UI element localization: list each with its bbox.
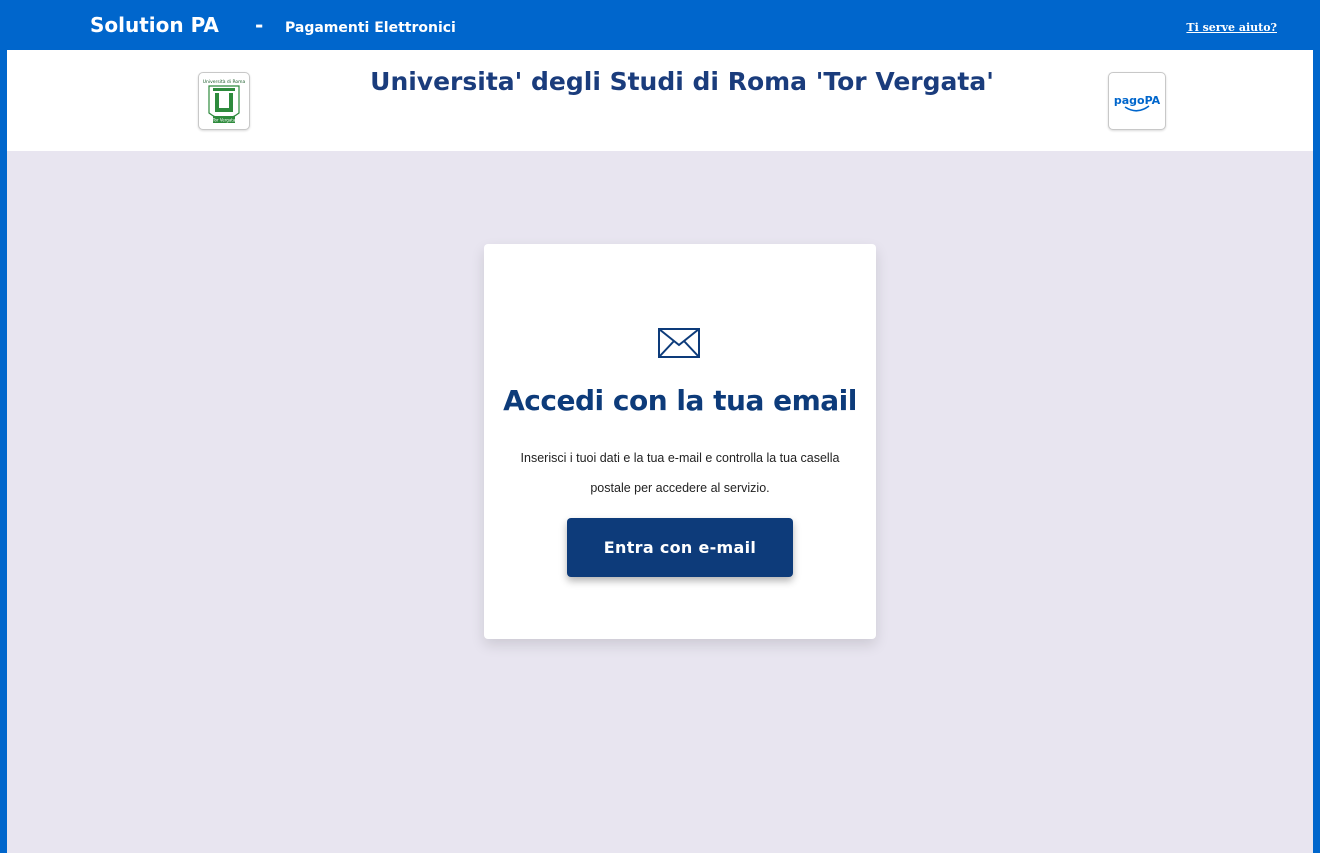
email-login-button[interactable]: Entra con e-mail (567, 518, 793, 577)
university-shield-icon: Università di Roma Tor Vergata (203, 78, 246, 123)
pagopa-icon: pagoPA (1114, 94, 1161, 112)
login-description: Inserisci i tuoi dati e la tua e-mail e … (520, 451, 840, 495)
svg-text:pagoPA: pagoPA (1114, 94, 1161, 107)
university-logo: Università di Roma Tor Vergata (198, 72, 250, 130)
help-link[interactable]: Ti serve aiuto? (1186, 21, 1277, 34)
institution-title: Universita' degli Studi di Roma 'Tor Ver… (370, 67, 994, 96)
svg-text:Tor Vergata: Tor Vergata (212, 118, 236, 123)
svg-text:Università di Roma: Università di Roma (203, 78, 246, 85)
login-title: Accedi con la tua email (503, 384, 857, 417)
top-bar: Solution PA - Pagamenti Elettronici Ti s… (7, 0, 1313, 50)
page-frame: Solution PA - Pagamenti Elettronici Ti s… (0, 0, 1320, 853)
pagopa-logo: pagoPA (1108, 72, 1166, 130)
brand-subtitle: Pagamenti Elettronici (285, 20, 456, 36)
envelope-icon (658, 328, 700, 358)
brand-name: Solution PA (90, 13, 219, 37)
email-login-card: Accedi con la tua email Inserisci i tuoi… (484, 244, 876, 639)
brand-separator: - (255, 13, 264, 37)
institution-header: Università di Roma Tor Vergata Universit… (7, 50, 1313, 151)
